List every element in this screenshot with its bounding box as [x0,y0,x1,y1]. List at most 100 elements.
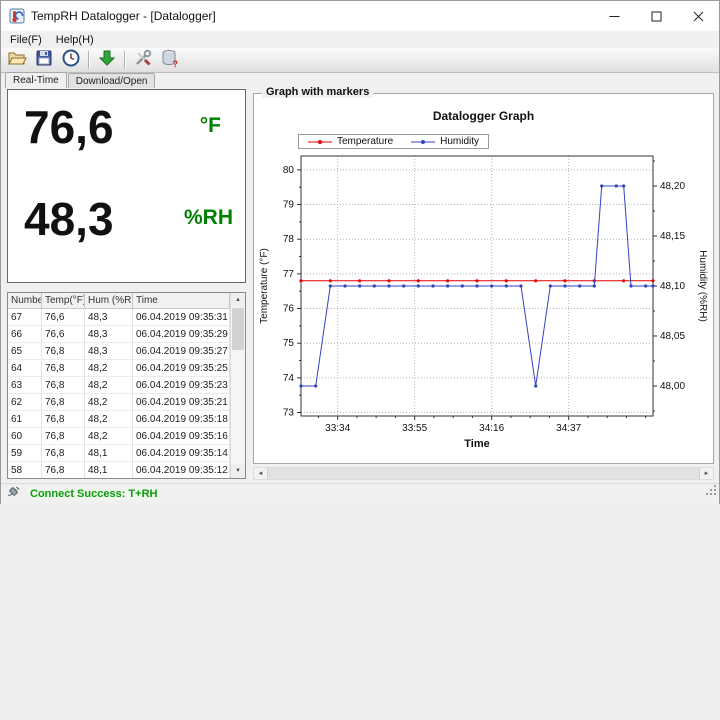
scroll-thumb[interactable] [232,308,244,350]
svg-text:75: 75 [283,338,295,349]
table-cell: 76,8 [42,428,85,444]
table-row[interactable]: 6276,848,206.04.2019 09:35:21 [8,394,230,411]
table-cell: 48,2 [85,411,133,427]
maximize-button[interactable] [635,1,677,31]
settings-button[interactable] [130,49,155,71]
table-cell: 06.04.2019 09:35:23 [133,377,230,393]
scroll-up-button[interactable]: ▲ [231,293,245,307]
save-button[interactable] [31,49,56,71]
svg-text:76: 76 [283,304,295,315]
table-cell: 48,1 [85,462,133,478]
app-window: TempRH Datalogger - [Datalogger] File(F)… [0,0,720,504]
h-scroll-thumb[interactable] [267,468,700,479]
table-cell: 48,2 [85,377,133,393]
table-row[interactable]: 5976,848,106.04.2019 09:35:14 [8,445,230,462]
svg-text:Humidity (%RH): Humidity (%RH) [697,250,708,322]
table-cell: 76,8 [42,462,85,478]
data-table: NumberTemp(°F)Hum (%RH)Time 6776,648,306… [7,292,246,479]
table-cell: 76,8 [42,394,85,410]
table-row[interactable]: 6676,648,306.04.2019 09:35:29 [8,326,230,343]
table-row[interactable]: 6376,848,206.04.2019 09:35:23 [8,377,230,394]
timer-setup-button[interactable] [58,49,83,71]
table-body: 6776,648,306.04.2019 09:35:316676,648,30… [8,309,230,478]
tools-icon [133,48,153,73]
svg-text:33:55: 33:55 [402,423,427,434]
table-row[interactable]: 6776,648,306.04.2019 09:35:31 [8,309,230,326]
table-cell: 06.04.2019 09:35:12 [133,462,230,478]
svg-text:73: 73 [283,408,295,419]
header-cell: Temp(°F) [42,293,85,308]
export-data-button[interactable]: ? [157,49,182,71]
table-cell: 48,2 [85,360,133,376]
database-icon: ? [160,48,180,73]
temperature-unit: °F [200,114,221,138]
legend-item-temperature: Temperature [308,136,393,147]
table-cell: 59 [8,445,42,461]
menu-item-helph[interactable]: Help(H) [49,33,101,47]
table-cell: 63 [8,377,42,393]
svg-text:34:37: 34:37 [556,423,581,434]
connection-icon [7,485,21,503]
svg-text:80: 80 [283,165,295,176]
legend-label: Humidity [440,136,479,147]
scroll-down-button[interactable]: ▼ [231,464,245,478]
table-row[interactable]: 6076,848,206.04.2019 09:35:16 [8,428,230,445]
svg-text:Time: Time [464,438,489,450]
table-scrollbar[interactable]: ▲ ▼ [230,293,245,478]
header-cell: Hum (%RH) [85,293,133,308]
table-cell: 48,2 [85,394,133,410]
table-cell: 06.04.2019 09:35:25 [133,360,230,376]
resize-grip[interactable] [705,483,717,501]
table-cell: 06.04.2019 09:35:21 [133,394,230,410]
table-cell: 76,8 [42,445,85,461]
scroll-left-button[interactable]: ◄ [254,471,267,477]
minimize-button[interactable] [593,1,635,31]
table-cell: 76,8 [42,377,85,393]
svg-text:48,05: 48,05 [660,331,685,342]
humidity-unit: %RH [184,206,233,230]
status-text: Connect Success: T+RH [27,488,160,500]
table-cell: 48,3 [85,326,133,342]
open-file-button[interactable] [4,49,29,71]
toolbar: ? [1,48,719,73]
table-cell: 67 [8,309,42,325]
graph-panel: 33:3433:5534:1634:37737475767778798048,0… [253,93,714,464]
svg-text:48,10: 48,10 [660,281,685,292]
table-cell: 48,2 [85,428,133,444]
svg-text:48,15: 48,15 [660,231,685,242]
app-icon [9,8,25,24]
readout-panel: 76,6 °F 48,3 %RH [7,89,246,283]
toolbar-separator [88,51,89,69]
close-button[interactable] [677,1,719,31]
title-bar: TempRH Datalogger - [Datalogger] [1,1,719,31]
table-header: NumberTemp(°F)Hum (%RH)Time [8,293,230,309]
floppy-disk-icon [34,48,54,73]
download-button[interactable] [94,49,119,71]
table-cell: 66 [8,326,42,342]
table-cell: 61 [8,411,42,427]
open-folder-icon [7,48,27,73]
table-row[interactable]: 6476,848,206.04.2019 09:35:25 [8,360,230,377]
svg-text:79: 79 [283,200,295,211]
svg-text:34:16: 34:16 [479,423,504,434]
table-row[interactable]: 6176,848,206.04.2019 09:35:18 [8,411,230,428]
table-row[interactable]: 6576,848,306.04.2019 09:35:27 [8,343,230,360]
table-cell: 06.04.2019 09:35:27 [133,343,230,359]
table-row[interactable]: 5876,848,106.04.2019 09:35:12 [8,462,230,478]
table-cell: 06.04.2019 09:35:16 [133,428,230,444]
menu-item-filef[interactable]: File(F) [3,33,49,47]
scroll-right-button[interactable]: ► [700,471,713,477]
table-cell: 76,6 [42,326,85,342]
graph-h-scrollbar[interactable]: ◄ ► [253,467,714,480]
chart-legend: Temperature Humidity [298,134,489,149]
svg-text:48,20: 48,20 [660,181,685,192]
svg-text:78: 78 [283,234,295,245]
window-controls [593,1,719,31]
temperature-value: 76,6 [24,100,114,154]
tab-download-open[interactable]: Download/Open [68,73,156,88]
tab-real-time[interactable]: Real-Time [5,72,67,88]
table-cell: 58 [8,462,42,478]
svg-text:33:34: 33:34 [325,423,350,434]
legend-label: Temperature [337,136,393,147]
toolbar-separator [124,51,125,69]
